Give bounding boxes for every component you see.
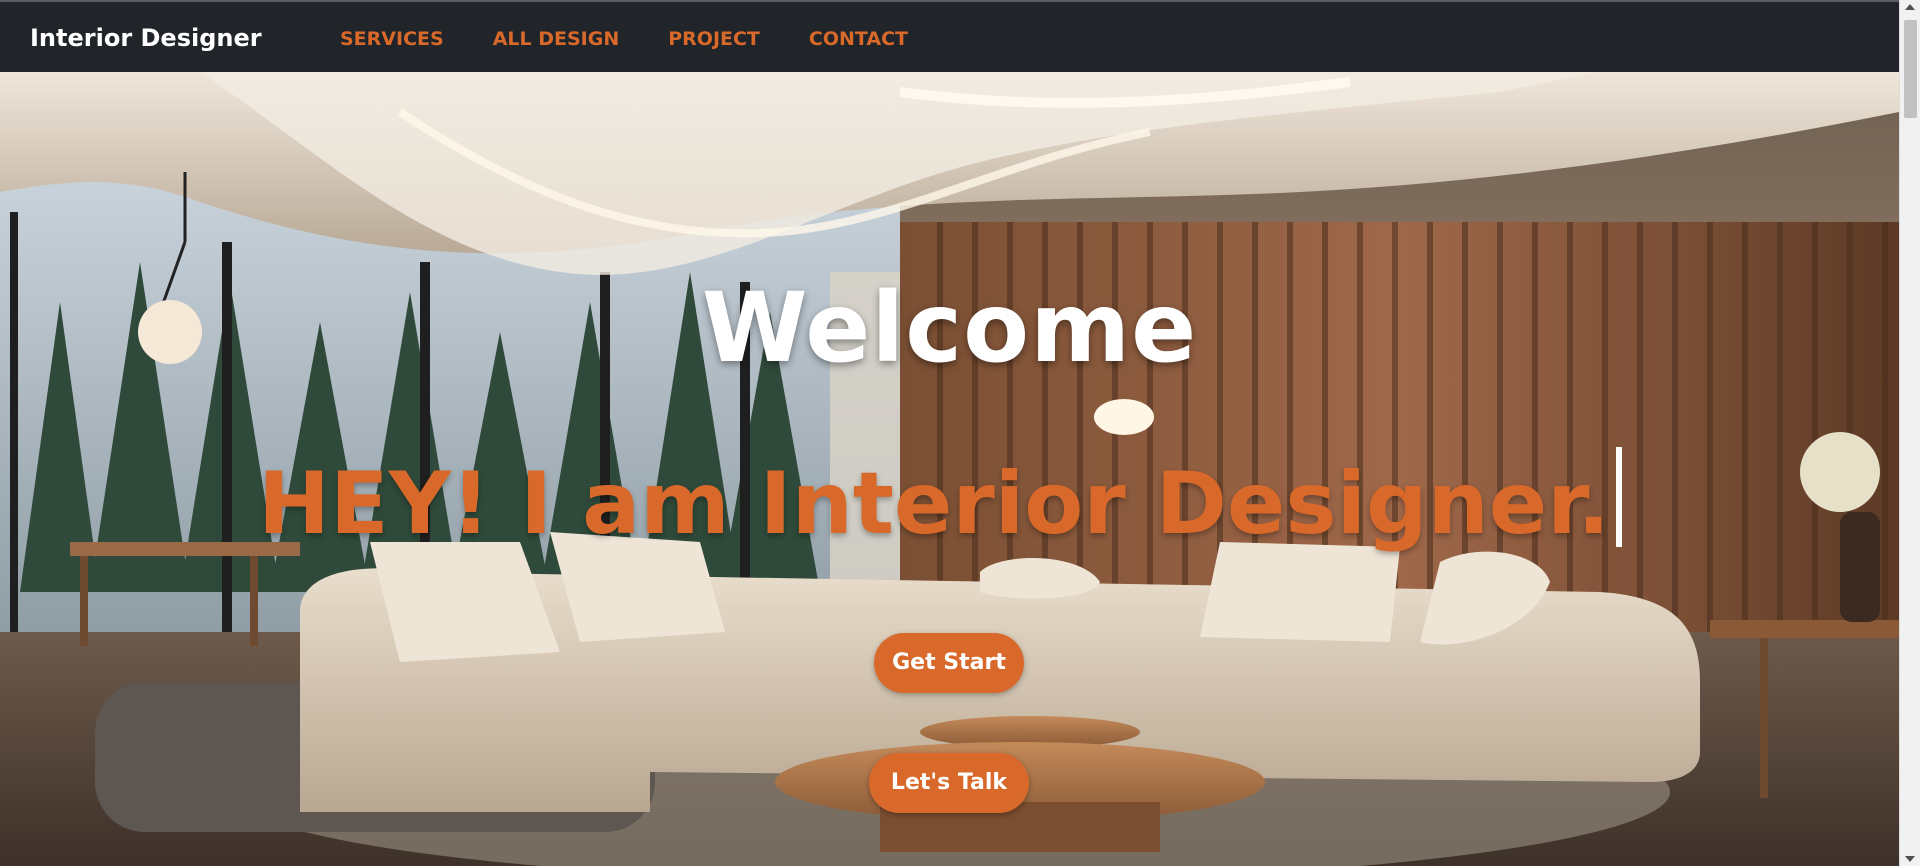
brand-logo-link[interactable]: Interior Designer	[30, 24, 262, 52]
scroll-up-arrow-icon[interactable]	[1905, 4, 1915, 10]
nav-link-all-design[interactable]: ALL DESIGN	[493, 28, 620, 50]
typing-cursor	[1615, 447, 1622, 547]
scroll-down-arrow-icon[interactable]	[1905, 856, 1915, 862]
scrollbar-thumb[interactable]	[1904, 20, 1917, 118]
hero-tagline: HEY! I am Interior Designer.	[258, 447, 1622, 554]
nav-link-contact[interactable]: CONTACT	[809, 28, 908, 50]
hero-section: Welcome HEY! I am Interior Designer. Get…	[0, 72, 1899, 866]
get-start-button[interactable]: Get Start	[874, 633, 1024, 693]
nav-link-services[interactable]: SERVICES	[340, 28, 444, 50]
hero-tagline-text: HEY! I am Interior Designer.	[258, 454, 1610, 554]
hero-welcome-heading: Welcome	[701, 272, 1198, 384]
nav-links: SERVICES ALL DESIGN PROJECT CONTACT	[340, 28, 957, 50]
page-scrollbar[interactable]	[1899, 0, 1920, 866]
nav-link-project[interactable]: PROJECT	[668, 28, 760, 50]
navbar: Interior Designer SERVICES ALL DESIGN PR…	[0, 0, 1899, 72]
lets-talk-button[interactable]: Let's Talk	[869, 753, 1029, 813]
